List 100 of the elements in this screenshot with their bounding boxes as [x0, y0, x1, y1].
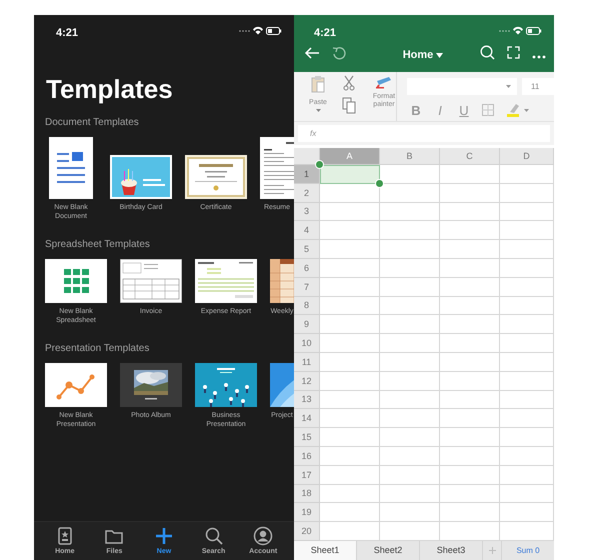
- spreadsheet-cell[interactable]: [440, 165, 500, 184]
- row-header[interactable]: 20: [294, 522, 320, 541]
- spreadsheet-cell[interactable]: [320, 484, 380, 504]
- spreadsheet-cell[interactable]: [500, 315, 554, 334]
- spreadsheet-cell[interactable]: [500, 409, 554, 428]
- spreadsheet-cell[interactable]: [320, 240, 380, 259]
- highlighter-icon[interactable]: [506, 102, 520, 118]
- spreadsheet-cell[interactable]: [500, 258, 554, 278]
- spreadsheet-cell[interactable]: [440, 466, 500, 485]
- spreadsheet-cell[interactable]: [380, 390, 440, 410]
- selected-cell[interactable]: [320, 165, 380, 184]
- spreadsheet-cell[interactable]: [500, 484, 554, 504]
- more-icon[interactable]: [532, 55, 546, 59]
- template-thumbnail[interactable]: [49, 137, 93, 199]
- spreadsheet-cell[interactable]: [320, 503, 380, 522]
- column-header[interactable]: D: [500, 148, 554, 165]
- spreadsheet-cell[interactable]: [440, 390, 500, 410]
- row-header[interactable]: 13: [294, 390, 320, 410]
- copy-icon[interactable]: [342, 97, 356, 114]
- template-thumbnail[interactable]: [45, 363, 107, 407]
- spreadsheet-cell[interactable]: [440, 446, 500, 466]
- spreadsheet-cell[interactable]: [320, 202, 380, 222]
- spreadsheet-cell[interactable]: [500, 278, 554, 297]
- spreadsheet-cell[interactable]: [320, 390, 380, 410]
- spreadsheet-cell[interactable]: [500, 296, 554, 316]
- search-icon[interactable]: [480, 45, 495, 60]
- add-sheet-icon[interactable]: [488, 546, 496, 554]
- spreadsheet-cell[interactable]: [320, 334, 380, 353]
- spreadsheet-cell[interactable]: [380, 278, 440, 297]
- row-header[interactable]: 17: [294, 466, 320, 485]
- row-header[interactable]: 8: [294, 296, 320, 316]
- spreadsheet-cell[interactable]: [440, 334, 500, 353]
- row-header[interactable]: 15: [294, 428, 320, 447]
- row-header[interactable]: 3: [294, 202, 320, 222]
- row-header[interactable]: 4: [294, 221, 320, 240]
- spreadsheet-cell[interactable]: [500, 202, 554, 222]
- spreadsheet-cell[interactable]: [500, 503, 554, 522]
- font-size-field[interactable]: 11: [522, 78, 554, 95]
- spreadsheet-cell[interactable]: [320, 315, 380, 334]
- spreadsheet-cell[interactable]: [380, 503, 440, 522]
- spreadsheet-cell[interactable]: [500, 334, 554, 353]
- back-arrow-icon[interactable]: [304, 46, 320, 60]
- spreadsheet-cell[interactable]: [440, 221, 500, 240]
- column-header[interactable]: A: [320, 148, 380, 165]
- spreadsheet-cell[interactable]: [440, 315, 500, 334]
- spreadsheet-cell[interactable]: [380, 334, 440, 353]
- spreadsheet-cell[interactable]: [500, 390, 554, 410]
- spreadsheet-cell[interactable]: [440, 409, 500, 428]
- spreadsheet-cell[interactable]: [440, 503, 500, 522]
- spreadsheet-cell[interactable]: [500, 446, 554, 466]
- spreadsheet-cell[interactable]: [440, 484, 500, 504]
- fullscreen-icon[interactable]: [507, 46, 520, 59]
- row-header[interactable]: 19: [294, 503, 320, 522]
- template-thumbnail[interactable]: [120, 363, 182, 407]
- spreadsheet-cell[interactable]: [320, 278, 380, 297]
- template-thumbnail[interactable]: [260, 137, 294, 199]
- spreadsheet-cell[interactable]: [440, 202, 500, 222]
- template-thumbnail[interactable]: [120, 259, 182, 303]
- borders-icon[interactable]: [482, 104, 494, 116]
- spreadsheet-cell[interactable]: [500, 372, 554, 391]
- spreadsheet-cell[interactable]: [380, 428, 440, 447]
- spreadsheet-cell[interactable]: [440, 296, 500, 316]
- template-thumbnail[interactable]: [110, 155, 172, 199]
- italic-button[interactable]: I: [434, 102, 446, 118]
- template-thumbnail[interactable]: [185, 155, 247, 199]
- spreadsheet-cell[interactable]: [380, 202, 440, 222]
- spreadsheet-cell[interactable]: [320, 296, 380, 316]
- spreadsheet-cell[interactable]: [500, 165, 554, 184]
- spreadsheet-cell[interactable]: [440, 352, 500, 372]
- spreadsheet-cell[interactable]: [500, 352, 554, 372]
- sheet-tab[interactable]: Sheet1: [294, 540, 357, 560]
- undo-icon[interactable]: [332, 46, 346, 60]
- spreadsheet-cell[interactable]: [380, 221, 440, 240]
- row-header[interactable]: 9: [294, 315, 320, 334]
- spreadsheet-cell[interactable]: [320, 372, 380, 391]
- spreadsheet-cell[interactable]: [380, 240, 440, 259]
- format-painter-icon[interactable]: [375, 75, 393, 89]
- row-header[interactable]: 2: [294, 184, 320, 203]
- spreadsheet-cell[interactable]: [320, 466, 380, 485]
- spreadsheet-cell[interactable]: [440, 428, 500, 447]
- column-header[interactable]: B: [380, 148, 440, 165]
- underline-button[interactable]: U: [458, 102, 470, 118]
- spreadsheet-cell[interactable]: [380, 296, 440, 316]
- spreadsheet-cell[interactable]: [380, 258, 440, 278]
- spreadsheet-cell[interactable]: [380, 409, 440, 428]
- row-header[interactable]: 7: [294, 278, 320, 297]
- template-thumbnail[interactable]: [45, 259, 107, 303]
- row-header[interactable]: 6: [294, 258, 320, 278]
- spreadsheet-cell[interactable]: [440, 278, 500, 297]
- paste-icon[interactable]: [311, 75, 325, 93]
- selection-handle[interactable]: [375, 179, 384, 188]
- row-header[interactable]: 12: [294, 372, 320, 391]
- spreadsheet-cell[interactable]: [440, 258, 500, 278]
- font-name-field[interactable]: [407, 78, 517, 95]
- spreadsheet-cell[interactable]: [500, 428, 554, 447]
- spreadsheet-cell[interactable]: [320, 428, 380, 447]
- row-header[interactable]: 10: [294, 334, 320, 353]
- row-header[interactable]: 5: [294, 240, 320, 259]
- spreadsheet-cell[interactable]: [500, 221, 554, 240]
- spreadsheet-cell[interactable]: [320, 352, 380, 372]
